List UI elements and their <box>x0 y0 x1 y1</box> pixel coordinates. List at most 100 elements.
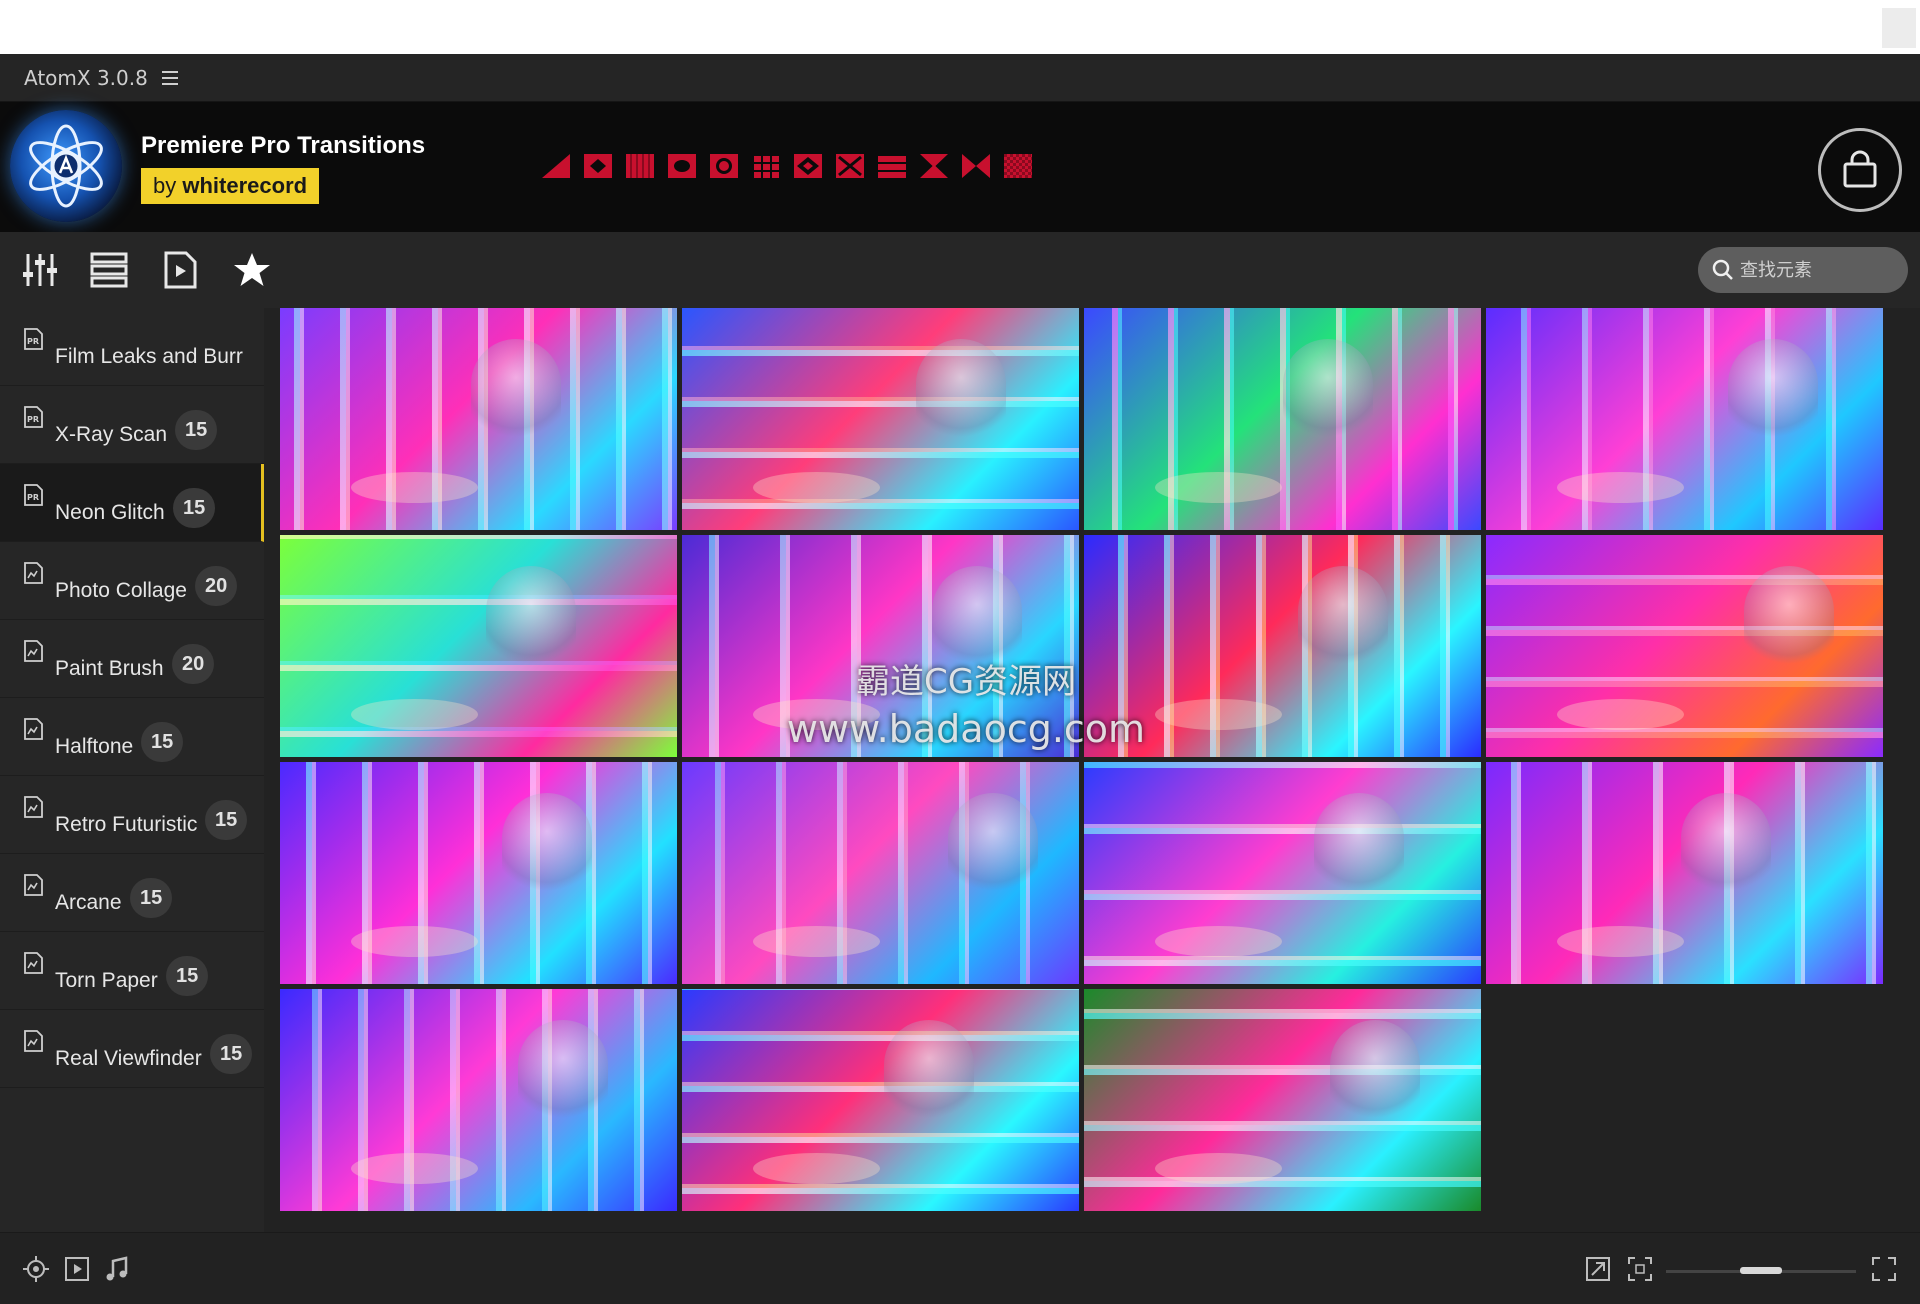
bowtie-transition-icon <box>962 154 990 178</box>
preset-file-icon <box>24 718 43 740</box>
preset-file-icon <box>24 796 43 818</box>
blinds-transition-icon <box>626 154 654 178</box>
preset-file-icon <box>24 562 43 584</box>
sidebar-item[interactable]: Real Viewfinder 15 <box>0 1010 264 1088</box>
export-icon[interactable] <box>1584 1255 1612 1283</box>
transition-preview-thumbnail[interactable] <box>1084 989 1481 1211</box>
bars-transition-icon <box>878 154 906 178</box>
shop-bag-button[interactable] <box>1818 128 1902 212</box>
transition-preview-thumbnail[interactable] <box>280 308 677 530</box>
circle-transition-icon <box>668 154 696 178</box>
pack-title: Premiere Pro Transitions <box>141 132 426 159</box>
fullscreen-icon[interactable] <box>1870 1255 1898 1283</box>
author-name: whiterecord <box>182 173 308 198</box>
sidebar-item-count: 15 <box>141 722 184 762</box>
iris-transition-icon <box>710 154 738 178</box>
premiere-file-icon: PR <box>24 484 43 506</box>
sidebar-item[interactable]: PR X-Ray Scan 15 <box>0 386 264 464</box>
sidebar-item-label: Photo Collage <box>55 579 187 602</box>
watermark-line-2: www.badaocg.com <box>786 707 1146 751</box>
transition-preview-thumbnail[interactable] <box>682 308 1079 530</box>
media-file-icon[interactable] <box>160 250 200 290</box>
browser-top-strip <box>0 0 1920 54</box>
transition-preview-thumbnail[interactable] <box>1486 535 1883 757</box>
watermark-line-1: 霸道CG资源网 <box>855 662 1077 702</box>
play-icon[interactable] <box>63 1255 91 1283</box>
cross-diamond-transition-icon <box>794 154 822 178</box>
crop-icon[interactable] <box>1626 1255 1654 1283</box>
transition-preview-thumbnail[interactable] <box>1084 308 1481 530</box>
sidebar-item-count: 15 <box>130 878 173 918</box>
preset-file-icon <box>24 952 43 974</box>
sidebar-item-count: 15 <box>173 488 216 528</box>
transition-preview-thumbnail[interactable] <box>1486 308 1883 530</box>
transition-preview-thumbnail[interactable] <box>1486 762 1883 984</box>
close-tab-button[interactable] <box>1882 8 1916 48</box>
atomx-logo <box>10 110 122 222</box>
title-bar: AtomX 3.0.8 <box>0 54 1920 102</box>
preset-file-icon <box>24 1030 43 1052</box>
sidebar-item[interactable]: Torn Paper 15 <box>0 932 264 1010</box>
sidebar-item-count: 15 <box>210 1034 253 1074</box>
premiere-file-icon: PR <box>24 328 43 350</box>
sidebar-item[interactable]: Photo Collage 20 <box>0 542 264 620</box>
toolbar <box>0 232 1920 308</box>
grid-transition-icon <box>752 154 780 178</box>
hamburger-menu-icon[interactable] <box>161 70 178 85</box>
transition-preview-thumbnail[interactable] <box>682 762 1079 984</box>
sidebar-item-count: 15 <box>205 800 248 840</box>
sidebar-item-count: 15 <box>166 956 209 996</box>
sidebar-item-label: Paint Brush <box>55 657 164 680</box>
search-icon <box>1712 259 1733 280</box>
preset-file-icon <box>24 874 43 896</box>
transition-preview-thumbnail[interactable] <box>280 762 677 984</box>
sidebar-item-label: Film Leaks and Burr <box>55 345 243 368</box>
sidebar-item[interactable]: Halftone 15 <box>0 698 264 776</box>
transition-preview-thumbnail[interactable] <box>280 535 677 757</box>
search-input[interactable] <box>1740 259 1890 281</box>
sidebar-item-label: Arcane <box>55 891 122 914</box>
category-sidebar: PR Film Leaks and Burr PR X-Ray Scan 15 PR Neo… <box>0 308 264 1232</box>
svg-text:PR: PR <box>27 337 39 346</box>
svg-text:PR: PR <box>27 415 39 424</box>
transition-type-icons <box>542 154 1032 178</box>
sidebar-item[interactable]: PR Neon Glitch 15 <box>0 464 264 542</box>
zoom-slider[interactable] <box>1666 1267 1856 1274</box>
sidebar-item[interactable]: PR Film Leaks and Burr <box>0 308 264 386</box>
svg-text:PR: PR <box>27 493 39 502</box>
transition-preview-thumbnail[interactable] <box>682 989 1079 1211</box>
sidebar-item[interactable]: Arcane 15 <box>0 854 264 932</box>
author-prefix: by <box>153 173 177 198</box>
sidebar-item-label: X-Ray Scan <box>55 423 168 446</box>
premiere-file-icon: PR <box>24 406 43 428</box>
sidebar-item-count: 20 <box>172 644 215 684</box>
sidebar-item-label: Real Viewfinder <box>55 1047 202 1070</box>
sidebar-item-label: Retro Futuristic <box>55 813 198 836</box>
sidebar-item-label: Halftone <box>55 735 134 758</box>
transition-preview-thumbnail[interactable] <box>1084 762 1481 984</box>
author-badge[interactable]: by whiterecord <box>141 168 320 204</box>
diamond-transition-icon <box>584 154 612 178</box>
preview-grid <box>272 308 1920 1232</box>
pack-header: Premiere Pro Transitions by whiterecord <box>0 102 1920 232</box>
search-box[interactable] <box>1698 247 1908 293</box>
list-icon[interactable] <box>89 250 129 290</box>
sidebar-item[interactable]: Paint Brush 20 <box>0 620 264 698</box>
sidebar-item[interactable]: Retro Futuristic 15 <box>0 776 264 854</box>
sliders-icon[interactable] <box>20 250 60 290</box>
zoom-slider-handle[interactable] <box>1740 1267 1782 1274</box>
hourglass-transition-icon <box>920 154 948 178</box>
target-icon[interactable] <box>22 1255 50 1283</box>
sidebar-item-count: 15 <box>175 410 218 450</box>
x-wipe-transition-icon <box>836 154 864 178</box>
star-icon[interactable] <box>232 250 272 290</box>
preset-file-icon <box>24 640 43 662</box>
music-note-icon[interactable] <box>103 1255 131 1283</box>
atomx-app-window: AtomX 3.0.8 Premiere Pro Transitions by … <box>0 54 1920 1304</box>
wedge-transition-icon <box>542 154 570 178</box>
sidebar-item-count: 20 <box>195 566 238 606</box>
checker-transition-icon <box>1004 154 1032 178</box>
shopping-bag-icon <box>1843 150 1877 188</box>
transition-preview-thumbnail[interactable] <box>280 989 677 1211</box>
sidebar-item-label: Neon Glitch <box>55 501 165 524</box>
